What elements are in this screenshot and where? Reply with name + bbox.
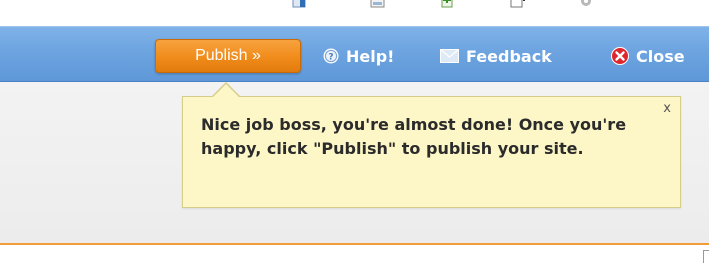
image-icon[interactable] (370, 0, 386, 8)
svg-text:?: ? (328, 53, 333, 63)
tooltip-pointer-fill (212, 84, 240, 98)
help-label: Help! (346, 46, 395, 66)
app-frame: Publish » ? Help! Feedback Close x Nice … (0, 0, 709, 263)
tooltip-close-button[interactable]: x (663, 101, 671, 116)
close-circle-icon (611, 47, 629, 65)
feedback-link[interactable]: Feedback (440, 44, 552, 68)
accent-divider (0, 243, 709, 245)
tooltip-message: Nice job boss, you're almost done! Once … (201, 115, 627, 158)
add-page-icon[interactable] (440, 0, 456, 8)
publish-hint-tooltip: x Nice job boss, you're almost done! Onc… (182, 82, 681, 208)
feedback-label: Feedback (466, 46, 552, 66)
document-icon[interactable] (510, 0, 526, 8)
page-icon[interactable] (292, 0, 308, 8)
close-label: Close (636, 46, 685, 66)
help-circle-icon: ? (323, 48, 339, 64)
close-link[interactable]: Close (611, 44, 685, 68)
resize-corner (703, 250, 709, 263)
envelope-icon (440, 49, 459, 63)
gear-icon[interactable] (578, 0, 594, 8)
main-toolbar: Publish » ? Help! Feedback Close (0, 26, 709, 82)
top-toolbar-strip (0, 0, 709, 26)
publish-button[interactable]: Publish » (155, 39, 301, 73)
help-link[interactable]: ? Help! (323, 44, 394, 68)
